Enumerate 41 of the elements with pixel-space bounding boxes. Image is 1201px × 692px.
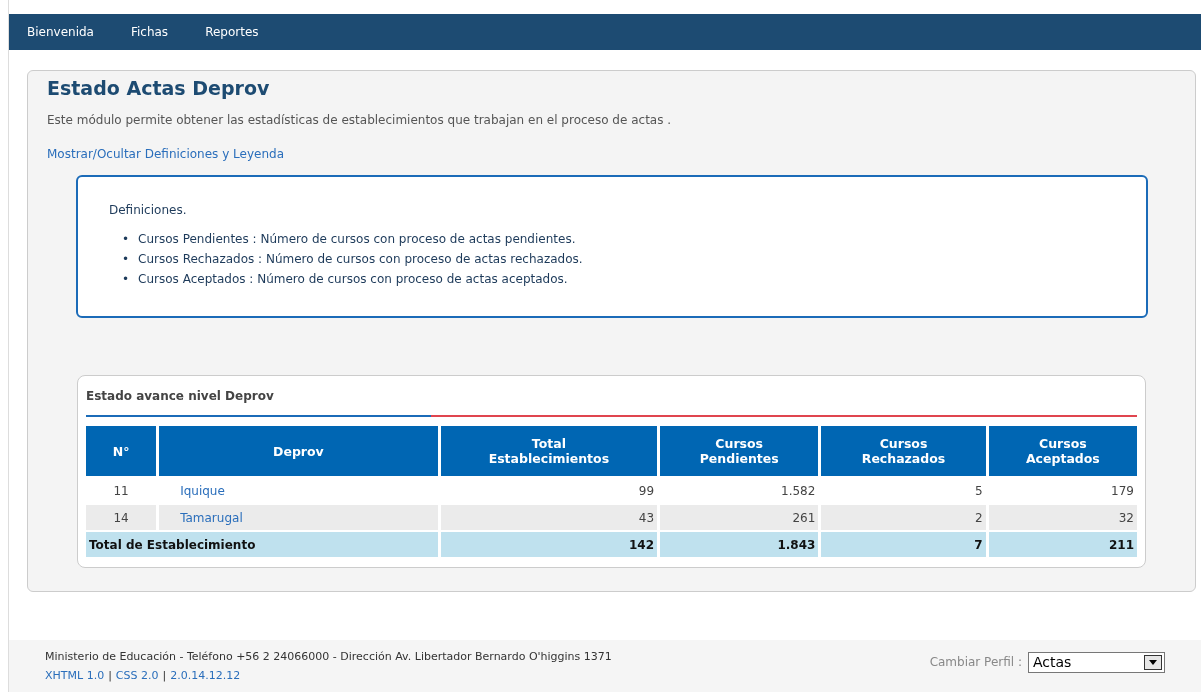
- table-cell: 261: [660, 505, 819, 530]
- column-header: Cursos Pendientes: [660, 426, 819, 476]
- column-header: Total Establecimientos: [440, 426, 658, 476]
- column-header: Deprov: [159, 426, 438, 476]
- total-cell: 7: [821, 532, 986, 557]
- total-cell: 211: [988, 532, 1137, 557]
- table-cell: 43: [440, 505, 658, 530]
- definition-item: Cursos Pendientes : Número de cursos con proceso de actas pendientes.: [138, 231, 576, 248]
- deprov-link[interactable]: Tamarugal: [162, 510, 243, 525]
- nav-link[interactable]: Reportes: [205, 25, 259, 39]
- card-title: Estado avance nivel Deprov: [86, 389, 274, 403]
- separator: |: [162, 669, 167, 682]
- bullet: •: [122, 231, 130, 248]
- definition-item: Cursos Aceptados : Número de cursos con proceso de actas aceptados.: [138, 271, 568, 288]
- footer-contact: Ministerio de Educación - Teléfono +56 2 24066000 - Dirección Av. Libertador Bernardo O'higgins 1371: [45, 650, 612, 663]
- footer-link[interactable]: 2.0.14.12.12: [170, 669, 241, 682]
- deprov-link[interactable]: Iquique: [162, 483, 225, 498]
- definitions-heading: Definiciones.: [109, 203, 187, 217]
- nav-link[interactable]: Fichas: [130, 25, 169, 39]
- table-cell: 2: [821, 505, 986, 530]
- total-cell: 1.843: [660, 532, 819, 557]
- profile-label: Cambiar Perfil :: [929, 655, 1022, 669]
- column-header: N°: [86, 426, 157, 476]
- column-header: Cursos Rechazados: [821, 426, 986, 476]
- toggle-link[interactable]: Mostrar/Ocultar Definiciones y Leyenda: [47, 147, 284, 161]
- page-title: Estado Actas Deprov: [47, 77, 271, 99]
- column-header: Cursos Aceptados: [988, 426, 1137, 476]
- footer-link[interactable]: CSS 2.0: [115, 669, 159, 682]
- dropdown-arrow-icon: [1149, 659, 1157, 665]
- bullet: •: [122, 271, 130, 288]
- description: Este módulo permite obtener las estadísticas de establecimientos que trabajan en el proceso de actas .: [47, 113, 672, 127]
- total-cell: 142: [440, 532, 658, 557]
- footer-link[interactable]: XHTML 1.0: [45, 669, 105, 682]
- total-label-cell: Total de Establecimiento: [86, 532, 438, 557]
- bullet: •: [122, 251, 130, 268]
- profile-dropdown[interactable]: Actas: [1028, 651, 1165, 673]
- definition-item: Cursos Rechazados : Número de cursos con proceso de actas rechazados.: [138, 251, 583, 268]
- separator: |: [108, 669, 112, 682]
- table-cell: 14: [86, 505, 157, 530]
- nav-link[interactable]: Bienvenida: [27, 25, 94, 39]
- table-cell: 32: [988, 505, 1137, 530]
